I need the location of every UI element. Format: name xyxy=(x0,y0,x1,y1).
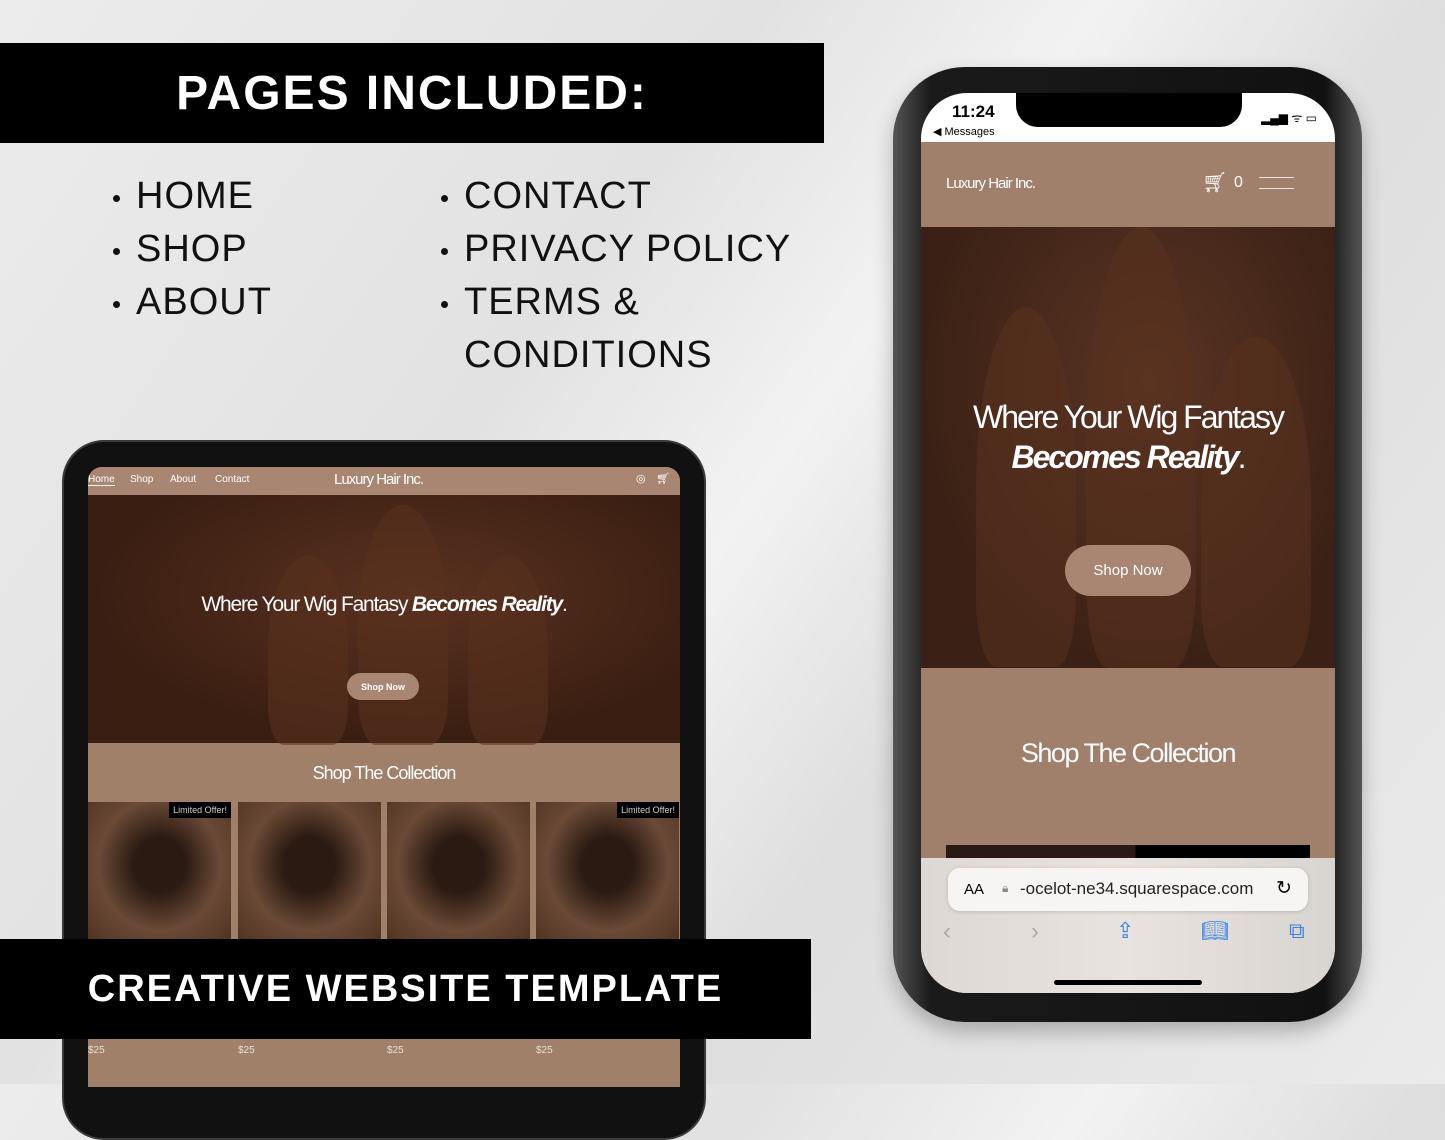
menu-icon[interactable] xyxy=(1259,177,1294,189)
page-item: CONDITIONS xyxy=(464,334,713,376)
collection-title: Shop The Collection xyxy=(312,763,457,783)
address-bar[interactable]: AA 🔒︎ -ocelot-ne34.squarespace.com ↻ xyxy=(948,868,1308,911)
brand-logo[interactable]: Luxury Hair Inc. xyxy=(334,471,424,488)
limited-offer-badge: Limited Offer! xyxy=(169,802,231,818)
phone-hero: Where Your Wig Fantasy Becomes Reality. … xyxy=(921,227,1335,668)
tabs-icon[interactable]: ⧉ xyxy=(1289,918,1305,944)
instagram-icon[interactable]: ◎ xyxy=(636,472,646,485)
product-price: $25 xyxy=(88,1045,105,1056)
page-item: HOME xyxy=(113,170,272,223)
hero-image xyxy=(468,555,548,745)
hero-image xyxy=(1201,337,1311,667)
home-indicator xyxy=(1054,980,1202,985)
back-to-messages[interactable]: ◀ Messages xyxy=(933,125,995,138)
lock-icon: 🔒︎ xyxy=(1002,881,1009,895)
hero-headline-line2: Becomes Reality. xyxy=(1011,439,1246,475)
product-card[interactable] xyxy=(238,802,381,942)
safari-toolbar: AA 🔒︎ -ocelot-ne34.squarespace.com ↻ ‹ ›… xyxy=(921,858,1335,993)
cart-icon[interactable]: 🛒︎ xyxy=(1202,170,1227,195)
shop-now-button[interactable]: Shop Now xyxy=(347,673,419,700)
nav-contact[interactable]: Contact xyxy=(215,474,249,485)
forward-icon[interactable]: › xyxy=(1031,918,1039,946)
hero-image xyxy=(358,505,448,745)
page-item: PRIVACY POLICY xyxy=(441,223,791,276)
page-item: TERMS & xyxy=(441,276,791,329)
phone-header: Luxury Hair Inc. 🛒︎ 0 xyxy=(921,142,1335,227)
hero-image xyxy=(268,555,348,745)
shop-now-button[interactable]: Shop Now xyxy=(1065,545,1191,596)
brand-logo[interactable]: Luxury Hair Inc. xyxy=(946,175,1036,192)
collection-title: Shop The Collection xyxy=(1020,738,1237,768)
pages-included-banner: PAGES INCLUDED: xyxy=(0,43,824,143)
pages-list-left: HOME SHOP ABOUT xyxy=(113,170,272,329)
nav-about[interactable]: About xyxy=(170,474,196,485)
tablet-nav: Home Shop About Contact Luxury Hair Inc.… xyxy=(88,467,680,495)
product-price: $25 xyxy=(238,1045,255,1056)
hero-headline: Where Your Wig Fantasy Becomes Reality. xyxy=(201,593,567,616)
share-icon[interactable]: ⇪ xyxy=(1116,918,1134,944)
phone-screen: 11:24 ◀ Messages ▂▄▆ ᯤ ▭ Luxury Hair Inc… xyxy=(921,93,1335,993)
cart-count: 0 xyxy=(1234,174,1243,191)
phone-notch xyxy=(1016,93,1242,127)
footer-banner-text: CREATIVE WEBSITE TEMPLATE xyxy=(87,967,724,1010)
product-card[interactable]: Limited Offer! xyxy=(536,802,679,942)
phone-collection: Shop The Collection xyxy=(921,668,1335,868)
hero-headline-line1: Where Your Wig Fantasy xyxy=(973,399,1285,435)
page-item: SHOP xyxy=(113,223,272,276)
reload-icon[interactable]: ↻ xyxy=(1276,877,1292,900)
creative-template-banner: CREATIVE WEBSITE TEMPLATE xyxy=(0,939,811,1039)
cart-icon[interactable]: 🛒︎ xyxy=(656,472,670,485)
headline: PAGES INCLUDED: xyxy=(176,66,648,120)
pages-list-right: CONTACT PRIVACY POLICY TERMS & CONDITION… xyxy=(441,170,791,382)
text-size-button[interactable]: AA xyxy=(964,881,984,898)
status-icons: ▂▄▆ ᯤ ▭ xyxy=(1261,111,1317,125)
page-item: CONTACT xyxy=(441,170,791,223)
bookmarks-icon[interactable]: 📖︎ xyxy=(1201,918,1229,944)
product-card[interactable] xyxy=(387,802,530,942)
url-text[interactable]: -ocelot-ne34.squarespace.com xyxy=(1020,879,1253,899)
product-price: $25 xyxy=(536,1045,553,1056)
product-price: $25 xyxy=(387,1045,404,1056)
page-item: ABOUT xyxy=(113,276,272,329)
nav-shop[interactable]: Shop xyxy=(130,474,153,485)
nav-home[interactable]: Home xyxy=(88,474,115,486)
back-icon[interactable]: ‹ xyxy=(943,918,951,946)
product-card[interactable]: Limited Offer! xyxy=(88,802,231,942)
status-time: 11:24 xyxy=(952,102,995,121)
hero-image xyxy=(976,307,1076,667)
limited-offer-badge: Limited Offer! xyxy=(617,802,679,818)
tablet-hero: Where Your Wig Fantasy Becomes Reality. … xyxy=(88,495,680,745)
